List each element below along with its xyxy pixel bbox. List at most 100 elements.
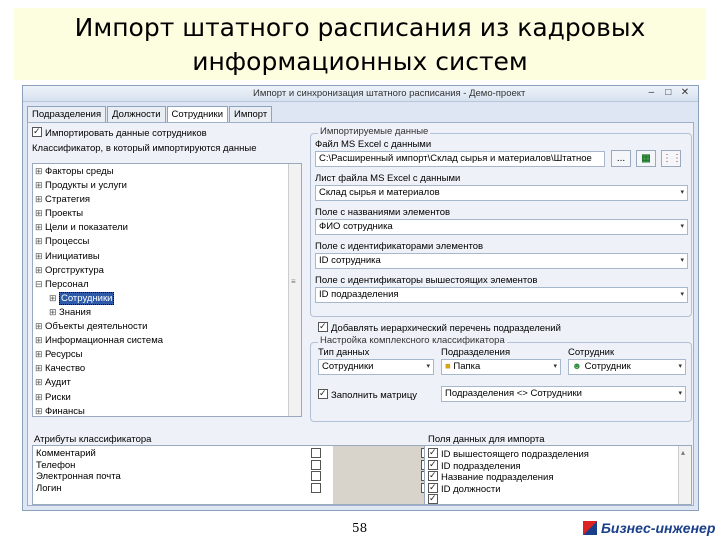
expand-toggle-icon[interactable]: ⊟ — [35, 277, 45, 291]
matrix-select[interactable]: Подразделения <> Сотрудники ▾ — [441, 386, 686, 402]
tab-strip: Подразделения Должности Сотрудники Импорт — [27, 106, 273, 123]
tree-node-label: Факторы среды — [45, 166, 114, 177]
expand-toggle-icon[interactable]: ⊞ — [35, 192, 45, 206]
tree-node-label: Знания — [59, 306, 91, 318]
expand-toggle-icon[interactable]: ⊞ — [35, 220, 45, 234]
expand-toggle-icon[interactable]: ⊞ — [35, 319, 45, 333]
sheet-label: Лист файла MS Excel с данными — [315, 173, 461, 184]
tree-node[interactable]: ⊞ Информационная система — [33, 333, 301, 347]
import-field-label: ID должности — [441, 483, 501, 495]
tree-node[interactable]: ⊞ Процессы — [33, 234, 301, 248]
tree-node[interactable]: ⊞ Цели и показатели — [33, 220, 301, 234]
matrix-option[interactable]: Заполнить матрицу — [318, 389, 417, 401]
attribute-checkbox[interactable] — [311, 459, 321, 470]
import-field-checkbox[interactable] — [428, 459, 438, 470]
parent-field-select[interactable]: ID подразделения ▾ — [315, 287, 688, 303]
matrix-checkbox[interactable] — [318, 389, 328, 399]
brand-logo: Бизнес-инженер — [583, 520, 715, 536]
expand-toggle-icon[interactable]: ⊞ — [35, 178, 45, 192]
attribute-checkbox[interactable] — [311, 471, 321, 481]
import-field-row[interactable]: ID подразделения — [428, 459, 691, 472]
ids-field-select[interactable]: ID сотрудника ▾ — [315, 253, 688, 269]
import-field-checkbox[interactable] — [428, 448, 438, 458]
tree-node[interactable]: ⊞ Продукты и услуги — [33, 178, 301, 192]
chevron-down-icon: ▾ — [553, 363, 557, 370]
expand-toggle-icon[interactable]: ⊞ — [35, 404, 45, 416]
tree-node[interactable]: ⊞ Ресурсы — [33, 347, 301, 361]
tree-node[interactable]: ⊞ Инициативы — [33, 249, 301, 263]
tree-node[interactable]: ⊞ Сотрудники — [33, 291, 301, 305]
grid-settings-icon[interactable]: ⋮⋮ — [661, 150, 682, 167]
import-field-label: ID подразделения — [441, 460, 521, 472]
import-field-label: ID вышестоящего подразделения — [441, 449, 589, 460]
expand-toggle-icon[interactable]: ⊞ — [49, 291, 59, 305]
tree-node[interactable]: ⊞ Объекты деятельности — [33, 319, 301, 333]
tree-node-label: Проекты — [45, 208, 84, 220]
browse-button[interactable]: ... — [611, 150, 631, 167]
close-button[interactable]: ✕ — [678, 87, 692, 98]
classifier-tree[interactable]: ⊞ Факторы среды ⊞ Продукты и услуги ⊞ Стратег… — [32, 163, 302, 417]
attributes-list[interactable]: Комментарий Телефон Электронная почта Логин — [32, 445, 434, 505]
names-field-select[interactable]: ФИО сотрудника ▾ — [315, 219, 688, 235]
expand-toggle-icon[interactable]: ⊞ — [35, 249, 45, 263]
tab-subdivisions[interactable]: Подразделения — [27, 106, 107, 122]
names-field-value: ФИО сотрудника — [319, 221, 393, 232]
tree-node-label: Персонал — [45, 278, 89, 290]
slide-title-line1: Импорт штатного расписания из кадровых — [74, 13, 646, 42]
names-field-label: Поле с названиями элементов — [315, 207, 451, 218]
hierarchy-option[interactable]: Добавлять иерархический перечень подразд… — [318, 322, 561, 334]
tree-node[interactable]: ⊞ Стратегия — [33, 192, 301, 206]
data-type-select[interactable]: Сотрудники ▾ — [318, 359, 434, 375]
excel-icon[interactable]: ▦ — [636, 150, 656, 167]
sheet-select[interactable]: Склад сырья и материалов ▾ — [315, 185, 688, 201]
folder-icon: ■ — [445, 361, 451, 372]
import-field-row[interactable]: Название подразделения — [428, 471, 691, 483]
tree-node[interactable]: ⊞ Оргструктура — [33, 263, 301, 277]
expand-toggle-icon[interactable]: ⊞ — [35, 263, 45, 277]
import-field-checkbox[interactable] — [428, 482, 438, 493]
minimize-button[interactable]: – — [644, 87, 658, 98]
chevron-down-icon: ▾ — [680, 291, 684, 298]
tree-node[interactable]: ⊞ Качество — [33, 361, 301, 375]
expand-toggle-icon[interactable]: ⊞ — [35, 234, 45, 248]
expand-toggle-icon[interactable]: ⊞ — [35, 361, 45, 375]
import-field-row[interactable] — [428, 494, 691, 504]
tab-import[interactable]: Импорт — [229, 106, 273, 122]
expand-toggle-icon[interactable]: ⊞ — [35, 164, 45, 178]
expand-toggle-icon[interactable]: ⊞ — [35, 347, 45, 361]
file-path-input[interactable]: C:\Расширенный импорт\Склад сырья и мате… — [315, 151, 605, 167]
import-fields-list[interactable]: ID вышестоящего подразделенияID подразде… — [424, 445, 692, 505]
import-employees-label: Импортировать данные сотрудников — [45, 128, 207, 139]
tree-node[interactable]: ⊞ Знания — [33, 305, 301, 319]
tab-positions[interactable]: Должности — [107, 106, 166, 122]
subdivisions-select[interactable]: ■ Папка ▾ — [441, 359, 561, 375]
tree-node[interactable]: ⊟ Персонал — [33, 277, 301, 291]
expand-toggle-icon[interactable]: ⊞ — [35, 206, 45, 220]
import-employees-checkbox[interactable] — [32, 127, 42, 137]
expand-toggle-icon[interactable]: ⊞ — [49, 305, 59, 319]
import-field-row[interactable]: ID вышестоящего подразделения — [428, 448, 691, 460]
tree-node[interactable]: ⊞ Финансы — [33, 404, 301, 416]
import-field-checkbox[interactable] — [428, 494, 438, 504]
window-titlebar: Импорт и синхронизация штатного расписан… — [23, 86, 698, 102]
tree-node[interactable]: ⊞ Риски — [33, 390, 301, 404]
expand-toggle-icon[interactable]: ⊞ — [35, 333, 45, 347]
fields-scrollbar[interactable]: ▴ — [678, 446, 691, 504]
subdivisions-label: Подразделения — [441, 347, 511, 358]
tree-node-label: Аудит — [45, 377, 71, 389]
tab-employees[interactable]: Сотрудники — [166, 106, 229, 123]
tree-node[interactable]: ⊞ Аудит — [33, 375, 301, 389]
hierarchy-checkbox[interactable] — [318, 322, 328, 332]
expand-toggle-icon[interactable]: ⊞ — [35, 390, 45, 404]
attribute-checkbox[interactable] — [311, 482, 321, 493]
employee-type-select[interactable]: ☻ Сотрудник ▾ — [568, 359, 686, 375]
maximize-button[interactable]: □ — [661, 87, 675, 98]
attribute-checkbox[interactable] — [311, 448, 321, 458]
import-field-checkbox[interactable] — [428, 471, 438, 481]
import-employees-option[interactable]: Импортировать данные сотрудников — [32, 127, 207, 139]
tree-node[interactable]: ⊞ Проекты — [33, 206, 301, 220]
tree-node[interactable]: ⊞ Факторы среды — [33, 164, 301, 178]
tree-scrollbar[interactable]: ≡ — [288, 164, 301, 416]
import-field-row[interactable]: ID должности — [428, 482, 691, 495]
expand-toggle-icon[interactable]: ⊞ — [35, 375, 45, 389]
